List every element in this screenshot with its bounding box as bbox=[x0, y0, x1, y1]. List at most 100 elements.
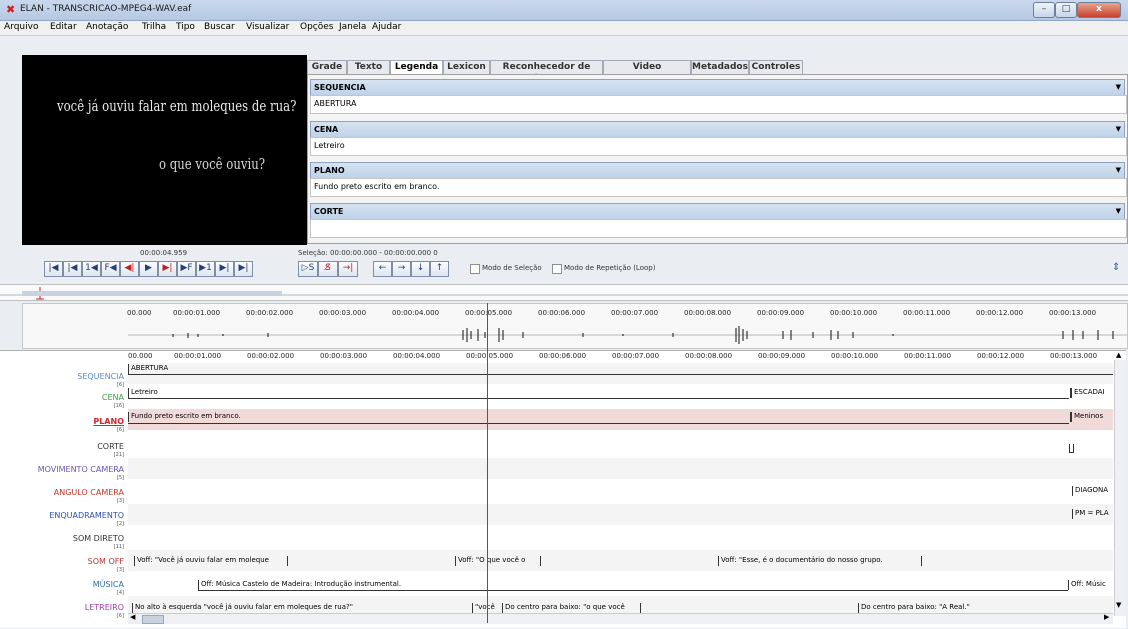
scroll-down-icon[interactable]: ▼ bbox=[1116, 601, 1121, 609]
tier-select-label: SEQUENCIA bbox=[314, 83, 366, 92]
play-button[interactable]: ▶ bbox=[139, 261, 158, 277]
previous-pixel-button[interactable]: ◀| bbox=[120, 261, 139, 277]
scroll-left-icon[interactable]: ◀ bbox=[130, 613, 135, 621]
annotation[interactable]: Voff: "O que você o bbox=[455, 556, 541, 566]
scroll-right-icon[interactable]: ▶ bbox=[1104, 613, 1109, 621]
go-to-begin-button[interactable]: |◀ bbox=[44, 261, 63, 277]
next-annotation-button[interactable]: → bbox=[392, 261, 411, 277]
previous-second-button[interactable]: 1◀ bbox=[82, 261, 101, 277]
waveform-viewer[interactable]: 00.000 00:00:01.000 00:00:02.000 00:00:0… bbox=[22, 303, 1128, 349]
selection-mode-checkbox[interactable] bbox=[470, 264, 480, 274]
tier-label-enquadramento[interactable]: ENQUADRAMENTO bbox=[0, 511, 124, 520]
tab-grade[interactable]: Grade bbox=[307, 60, 347, 74]
ruler-label: 00:00:03.000 bbox=[320, 352, 368, 360]
tier-select-sequencia[interactable]: SEQUENCIA ▼ bbox=[310, 79, 1125, 96]
menu-anotacao[interactable]: Anotação bbox=[86, 22, 128, 32]
previous-frame-button[interactable]: F◀ bbox=[101, 261, 120, 277]
prev-annotation-button[interactable]: ← bbox=[373, 261, 392, 277]
menu-editar[interactable]: Editar bbox=[50, 22, 77, 32]
tier-down-button[interactable]: ↓ bbox=[411, 261, 430, 277]
previous-scrollview-button[interactable]: |◀ bbox=[63, 261, 82, 277]
menu-arquivo[interactable]: Arquivo bbox=[4, 22, 38, 32]
tier-label-angulo-camera[interactable]: ANGULO CAMERA bbox=[0, 488, 124, 497]
tier-label-som-off[interactable]: SOM OFF bbox=[0, 557, 124, 566]
annotation[interactable]: ABERTURA bbox=[128, 364, 331, 374]
close-button[interactable]: x bbox=[1077, 2, 1121, 18]
tier-label-plano[interactable]: PLANO bbox=[0, 417, 124, 426]
tier-select-corte[interactable]: CORTE ▼ bbox=[310, 203, 1125, 220]
tier-label-movimento-camera[interactable]: MOVIMENTO CAMERA bbox=[0, 465, 124, 474]
tier-up-button[interactable]: ↑ bbox=[430, 261, 449, 277]
chevron-down-icon: ▼ bbox=[1115, 166, 1121, 174]
subtitle-value-cena: Letreiro bbox=[310, 137, 1127, 156]
loop-mode-checkbox[interactable] bbox=[552, 264, 562, 274]
menu-visualizar[interactable]: Visualizar bbox=[246, 22, 289, 32]
annotation[interactable]: Letreiro bbox=[128, 388, 331, 398]
annotation[interactable]: Meninos bbox=[1070, 412, 1116, 422]
tab-texto[interactable]: Texto bbox=[347, 60, 390, 74]
tier-select-plano[interactable]: PLANO ▼ bbox=[310, 162, 1125, 179]
annotation[interactable]: Voff: "Esse, é o documentário do nosso g… bbox=[718, 556, 922, 566]
tier-row bbox=[128, 527, 1113, 548]
menu-buscar[interactable]: Buscar bbox=[204, 22, 235, 32]
tab-reconhecedor-audio[interactable]: Reconhecedor de Áudio bbox=[490, 60, 603, 85]
menu-janela[interactable]: Janela bbox=[339, 22, 366, 32]
annotation[interactable]: Off: Música Castelo de Madeira: Introduç… bbox=[198, 580, 1061, 590]
ruler-label: 00:00:08.000 bbox=[685, 352, 733, 360]
annotation[interactable]: No alto à esquerda "você já ouviu falar … bbox=[132, 603, 435, 613]
tier-label-cena[interactable]: CENA bbox=[0, 393, 124, 402]
tier-count: [16] bbox=[113, 403, 124, 409]
maximize-button[interactable]: □ bbox=[1055, 2, 1077, 18]
subtitle-value-sequencia: ABERTURA bbox=[310, 95, 1127, 114]
ruler-label: 00.000 bbox=[127, 309, 152, 317]
menu-tipo[interactable]: Tipo bbox=[176, 22, 195, 32]
timeline-horizontal-scrollbar[interactable] bbox=[128, 613, 1113, 624]
next-frame-button[interactable]: ▶F bbox=[177, 261, 196, 277]
go-to-end-button[interactable]: ▶| bbox=[234, 261, 253, 277]
tab-lexicon[interactable]: Lexicon bbox=[443, 60, 490, 74]
tier-label-letreiro[interactable]: LETREIRO bbox=[0, 603, 124, 612]
annotation[interactable]: ESCADAI bbox=[1070, 388, 1116, 398]
clear-selection-button[interactable]: S̸ bbox=[318, 261, 338, 277]
menu-ajudar[interactable]: Ajudar bbox=[372, 22, 401, 32]
ruler-label: 00:00:07.000 bbox=[612, 352, 660, 360]
annotation[interactable]: DIAGONA bbox=[1072, 486, 1116, 496]
next-pixel-button[interactable]: ▶| bbox=[158, 261, 177, 277]
selection-boundary-button[interactable]: →| bbox=[338, 261, 358, 277]
play-selection-button[interactable]: ▷S bbox=[298, 261, 318, 277]
minimize-button[interactable]: – bbox=[1033, 2, 1055, 18]
tab-legenda[interactable]: Legenda bbox=[390, 60, 443, 74]
up-down-arrow-icon[interactable]: ⇕ bbox=[1112, 262, 1120, 273]
timeline-vertical-scrollbar[interactable] bbox=[1114, 360, 1126, 616]
tab-video-recognizer[interactable]: Video Recognizer bbox=[603, 60, 691, 85]
next-scrollview-button[interactable]: ▶| bbox=[215, 261, 234, 277]
tier-label-corte[interactable]: CORTE bbox=[0, 442, 124, 451]
annotation-extent bbox=[128, 374, 1113, 375]
scroll-up-icon[interactable]: ▲ bbox=[1116, 351, 1121, 359]
annotation[interactable]: Off: Músic bbox=[1068, 580, 1115, 590]
menu-opcoes[interactable]: Opções bbox=[300, 22, 333, 32]
ruler-label: 00:00:06.000 bbox=[539, 352, 587, 360]
annotation[interactable]: Do centro para baixo: "A Real." bbox=[858, 603, 1061, 613]
video-subtitle-line1: você já ouviu falar em moleques de rua? bbox=[57, 97, 297, 115]
menu-trilha[interactable]: Trilha bbox=[142, 22, 166, 32]
annotation[interactable]: PM = PLA bbox=[1072, 509, 1116, 519]
annotation[interactable]: Fundo preto escrito em branco. bbox=[128, 412, 431, 422]
scrollbar-thumb[interactable] bbox=[142, 615, 164, 624]
tier-label-musica[interactable]: MÚSICA bbox=[0, 580, 124, 589]
subtitle-value-plano: Fundo preto escrito em branco. bbox=[310, 178, 1127, 197]
tier-select-cena[interactable]: CENA ▼ bbox=[310, 121, 1125, 138]
tier-label-sequencia[interactable]: SEQUENCIA bbox=[0, 372, 124, 381]
ruler-label: 00:00:06.000 bbox=[538, 309, 586, 317]
timeline-viewer[interactable]: 00.000 00:00:01.000 00:00:02.000 00:00:0… bbox=[0, 350, 1126, 628]
time-overview-ruler[interactable] bbox=[0, 284, 1128, 301]
tier-label-som-direto[interactable]: SOM DIRETO bbox=[0, 534, 124, 543]
tab-controles[interactable]: Controles bbox=[749, 60, 803, 74]
video-viewer[interactable]: você já ouviu falar em moleques de rua? … bbox=[22, 55, 307, 245]
next-second-button[interactable]: ▶1 bbox=[196, 261, 215, 277]
annotation[interactable]: Voff: "Você já ouviu falar em moleque bbox=[134, 556, 288, 566]
chevron-down-icon: ▼ bbox=[1115, 207, 1121, 215]
tab-metadados[interactable]: Metadados bbox=[691, 60, 749, 74]
ruler-label: 00:00:02.000 bbox=[247, 352, 295, 360]
annotation[interactable]: Do centro para baixo: "o que você bbox=[502, 603, 641, 613]
